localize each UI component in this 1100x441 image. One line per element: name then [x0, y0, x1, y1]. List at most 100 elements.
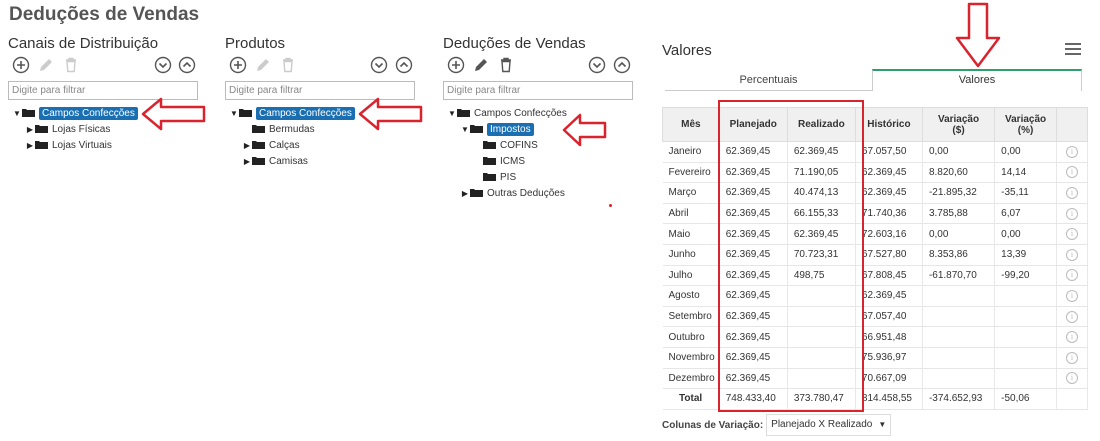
- col-header-label: Variação: [1005, 113, 1047, 125]
- cell-info: i: [1056, 162, 1088, 184]
- delete-icon[interactable]: [279, 56, 297, 74]
- folder-open-icon: [470, 124, 487, 135]
- expand-all-icon[interactable]: [178, 56, 196, 74]
- info-icon[interactable]: i: [1066, 207, 1079, 220]
- delete-icon[interactable]: [497, 56, 515, 74]
- tree-node[interactable]: ▶ Calças: [225, 138, 425, 154]
- cell-info: i: [1056, 244, 1088, 266]
- delete-icon[interactable]: [62, 56, 80, 74]
- cell-info: i: [1056, 347, 1088, 369]
- info-icon[interactable]: i: [1066, 248, 1079, 261]
- caret-right-icon[interactable]: ▶: [25, 122, 35, 138]
- col-header-label: Variação: [937, 113, 980, 125]
- variation-columns-select[interactable]: Planejado X Realizado ▼: [766, 414, 892, 436]
- menu-icon[interactable]: [1065, 43, 1081, 57]
- caret-down-icon[interactable]: ▼: [447, 106, 457, 122]
- info-icon[interactable]: i: [1066, 269, 1079, 282]
- tree-node[interactable]: ▶ Outras Deduções: [443, 186, 643, 202]
- info-icon[interactable]: i: [1066, 145, 1079, 158]
- cell-var-pct: [994, 347, 1058, 369]
- tree-node[interactable]: ▼ Impostos: [443, 122, 643, 138]
- tree-node[interactable]: ▶ Camisas: [225, 154, 425, 170]
- caret-down-icon[interactable]: ▼: [12, 106, 22, 122]
- folder-icon: [252, 124, 269, 135]
- add-icon[interactable]: [447, 56, 465, 74]
- cell-historico: 67.527,80: [855, 244, 923, 266]
- info-icon[interactable]: i: [1066, 166, 1079, 179]
- cell-planejado: 62.369,45: [719, 162, 788, 184]
- cell-var-valor: -61.870,70: [922, 265, 996, 287]
- valores-table: Mês Planejado Realizado Histórico Variaç…: [662, 107, 1088, 410]
- cell-var-valor: -21.895,32: [922, 182, 996, 204]
- cell-var-pct: [994, 285, 1058, 307]
- cell-historico: 71.740,36: [855, 203, 923, 225]
- cell-info: i: [1056, 265, 1088, 287]
- cell-var-valor: [922, 306, 996, 328]
- cell-planejado: 62.369,45: [719, 368, 788, 390]
- tree-node[interactable]: ICMS: [443, 154, 643, 170]
- tree-node-label: Campos Confecções: [256, 107, 355, 120]
- folder-icon: [483, 156, 500, 167]
- add-icon[interactable]: [229, 56, 247, 74]
- edit-icon[interactable]: [472, 56, 490, 74]
- col-header-variacao-pct[interactable]: Variação (%): [994, 107, 1058, 142]
- col-header-label: Histórico: [867, 119, 911, 130]
- filter-input[interactable]: [443, 81, 633, 100]
- table-row: Julho 62.369,45 498,75 67.808,45 -61.870,70-…: [662, 265, 1088, 287]
- tree-node[interactable]: COFINS: [443, 138, 643, 154]
- cell-mes: Total: [662, 388, 720, 410]
- cell-mes: Novembro: [662, 347, 720, 369]
- cell-mes: Fevereiro: [662, 162, 720, 184]
- caret-right-icon[interactable]: ▶: [242, 154, 252, 170]
- caret-right-icon[interactable]: ▶: [25, 138, 35, 154]
- panel-canais: Canais de Distribuição ▼ Campos Confecçõe…: [8, 35, 208, 154]
- collapse-all-icon[interactable]: [370, 56, 388, 74]
- col-header-historico[interactable]: Histórico: [854, 107, 923, 142]
- tree-node-label: COFINS: [500, 140, 538, 151]
- tree-node[interactable]: ▶ Lojas Virtuais: [8, 138, 208, 154]
- cell-mes: Setembro: [662, 306, 720, 328]
- cell-planejado: 62.369,45: [719, 326, 788, 348]
- col-header-realizado[interactable]: Realizado: [786, 107, 856, 142]
- tree-node-label: Campos Confecções: [474, 108, 567, 119]
- col-header-mes[interactable]: Mês: [662, 107, 720, 142]
- expand-all-icon[interactable]: [613, 56, 631, 74]
- info-icon[interactable]: i: [1066, 351, 1079, 364]
- edit-icon[interactable]: [37, 56, 55, 74]
- info-icon[interactable]: i: [1066, 289, 1079, 302]
- caret-down-icon[interactable]: ▼: [229, 106, 239, 122]
- cell-planejado: 62.369,45: [719, 182, 788, 204]
- info-icon[interactable]: i: [1066, 186, 1079, 199]
- info-icon[interactable]: i: [1066, 310, 1079, 323]
- tree-node[interactable]: ▼ Campos Confecções: [443, 106, 643, 122]
- cell-var-valor: 8.353,86: [922, 244, 996, 266]
- tab-percentuais[interactable]: Percentuais: [665, 69, 872, 91]
- annotation-arrow-down-icon: [955, 2, 1001, 68]
- col-header-planejado[interactable]: Planejado: [718, 107, 788, 142]
- caret-right-icon[interactable]: ▶: [460, 186, 470, 202]
- collapse-all-icon[interactable]: [588, 56, 606, 74]
- cell-realizado: 62.369,45: [787, 223, 856, 245]
- table-row: Abril 62.369,45 66.155,33 71.740,36 3.785,88…: [662, 203, 1088, 225]
- expand-all-icon[interactable]: [395, 56, 413, 74]
- info-icon[interactable]: i: [1066, 331, 1079, 344]
- col-header-label: ($): [952, 124, 965, 136]
- caret-right-icon[interactable]: ▶: [242, 138, 252, 154]
- edit-icon[interactable]: [254, 56, 272, 74]
- add-icon[interactable]: [12, 56, 30, 74]
- table-header-row: Mês Planejado Realizado Histórico Variaç…: [662, 107, 1088, 142]
- cell-info: i: [1056, 203, 1088, 225]
- info-icon[interactable]: i: [1066, 228, 1079, 241]
- info-icon[interactable]: i: [1066, 372, 1079, 385]
- cell-planejado: 62.369,45: [719, 285, 788, 307]
- collapse-all-icon[interactable]: [154, 56, 172, 74]
- tab-valores[interactable]: Valores: [872, 69, 1082, 91]
- tree-node[interactable]: PIS: [443, 170, 643, 186]
- folder-icon: [252, 140, 269, 151]
- cell-planejado: 62.369,45: [719, 244, 788, 266]
- col-header-variacao-valor[interactable]: Variação ($): [921, 107, 996, 142]
- cell-var-valor: [922, 347, 996, 369]
- cell-var-valor: 8.820,60: [922, 162, 996, 184]
- caret-down-icon[interactable]: ▼: [460, 122, 470, 138]
- cell-info: i: [1056, 141, 1088, 163]
